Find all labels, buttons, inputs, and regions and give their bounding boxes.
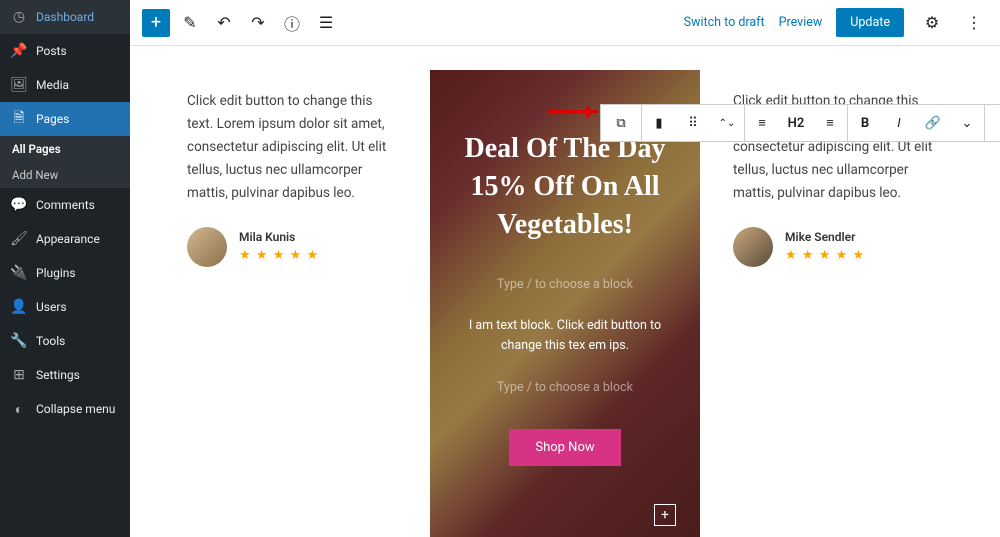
editor-topbar: + ✎ ↶ ↷ ⓘ ☰ Switch to draft Preview Upda… [130,0,1000,46]
pages-icon: 🗎 [10,110,28,128]
tools-icon: 🔧 [10,332,28,350]
avatar [733,227,773,267]
block-placeholder[interactable]: Type / to choose a block [497,380,633,395]
main-area: + ✎ ↶ ↷ ⓘ ☰ Switch to draft Preview Upda… [130,0,1000,537]
sidebar-item-settings[interactable]: ⊞Settings [0,358,130,392]
sidebar-subitem-all-pages[interactable]: All Pages [0,136,130,162]
more-icon[interactable]: ⋮ [960,9,988,37]
drag-handle-icon[interactable]: ⠿ [676,105,710,141]
update-button[interactable]: Update [836,8,904,37]
outline-icon[interactable]: ☰ [312,9,340,37]
users-icon: 👤 [10,298,28,316]
plugin-icon: 🔌 [10,264,28,282]
redo-icon[interactable]: ↷ [244,9,272,37]
undo-icon[interactable]: ↶ [210,9,238,37]
annotation-arrow [548,110,598,113]
hero-heading[interactable]: Deal Of The Day 15% Off On All Vegetable… [448,130,682,243]
add-inner-block-button[interactable]: + [654,504,676,526]
heading-level-button[interactable]: H2 [779,105,813,141]
testimonial-left: Click edit button to change this text. L… [172,70,412,287]
text-align-icon[interactable]: ≡ [813,105,847,141]
admin-sidebar: ◷Dashboard 📌Posts 🖼Media 🗎Pages All Page… [0,0,130,537]
author-block: Mike Sendler ★ ★ ★ ★ ★ [733,227,943,267]
sidebar-item-dashboard[interactable]: ◷Dashboard [0,0,130,34]
sidebar-item-users[interactable]: 👤Users [0,290,130,324]
settings-icon: ⊞ [10,366,28,384]
switch-draft-button[interactable]: Switch to draft [684,15,765,30]
block-type-icon[interactable]: ▮ [642,105,676,141]
dashboard-icon: ◷ [10,8,28,26]
comments-icon: 💬 [10,196,28,214]
topbar-left: + ✎ ↶ ↷ ⓘ ☰ [142,9,340,37]
sidebar-item-comments[interactable]: 💬Comments [0,188,130,222]
preview-button[interactable]: Preview [779,15,823,30]
sidebar-subitem-add-new[interactable]: Add New [0,162,130,188]
gear-icon[interactable]: ⚙ [918,9,946,37]
block-placeholder[interactable]: Type / to choose a block [497,277,633,292]
sidebar-item-plugins[interactable]: 🔌Plugins [0,256,130,290]
edit-icon[interactable]: ✎ [176,9,204,37]
pin-icon: 📌 [10,42,28,60]
add-block-button[interactable]: + [142,9,170,37]
sidebar-item-collapse[interactable]: ◐Collapse menu [0,392,130,426]
move-arrows-icon[interactable]: ⌃⌄ [710,105,744,141]
collapse-icon: ◐ [10,400,28,418]
italic-button[interactable]: I [882,105,916,141]
shop-now-button[interactable]: Shop Now [509,429,620,466]
sidebar-item-tools[interactable]: 🔧Tools [0,324,130,358]
bold-button[interactable]: B [848,105,882,141]
link-button[interactable]: 🔗 [916,105,950,141]
sidebar-item-posts[interactable]: 📌Posts [0,34,130,68]
topbar-right: Switch to draft Preview Update ⚙ ⋮ [684,8,988,37]
chevron-down-icon[interactable]: ⌄ [950,105,984,141]
brush-icon: 🖌 [10,230,28,248]
author-name: Mike Sendler [785,230,865,244]
testimonial-right: Click edit button to change this text. L… [718,70,958,287]
more-options-icon[interactable]: ⋮ [985,105,1000,141]
align-icon[interactable]: ≡ [745,105,779,141]
sidebar-item-media[interactable]: 🖼Media [0,68,130,102]
star-rating: ★ ★ ★ ★ ★ [785,248,865,263]
block-toolbar: ⧉ ▮ ⠿ ⌃⌄ ≡ H2 ≡ B I 🔗 ⌄ ⋮ [600,104,1000,142]
editor-canvas: ⧉ ▮ ⠿ ⌃⌄ ≡ H2 ≡ B I 🔗 ⌄ ⋮ Click edit but… [130,46,1000,537]
info-icon[interactable]: ⓘ [278,9,306,37]
testimonial-text[interactable]: Click edit button to change this text. L… [187,90,397,205]
hero-subtext[interactable]: I am text block. Click edit button to ch… [448,316,682,356]
author-block: Mila Kunis ★ ★ ★ ★ ★ [187,227,397,267]
media-icon: 🖼 [10,76,28,94]
sidebar-item-appearance[interactable]: 🖌Appearance [0,222,130,256]
star-rating: ★ ★ ★ ★ ★ [239,248,319,263]
author-name: Mila Kunis [239,230,319,244]
sidebar-item-pages[interactable]: 🗎Pages [0,102,130,136]
avatar [187,227,227,267]
select-parent-button[interactable]: ⧉ [601,105,641,141]
